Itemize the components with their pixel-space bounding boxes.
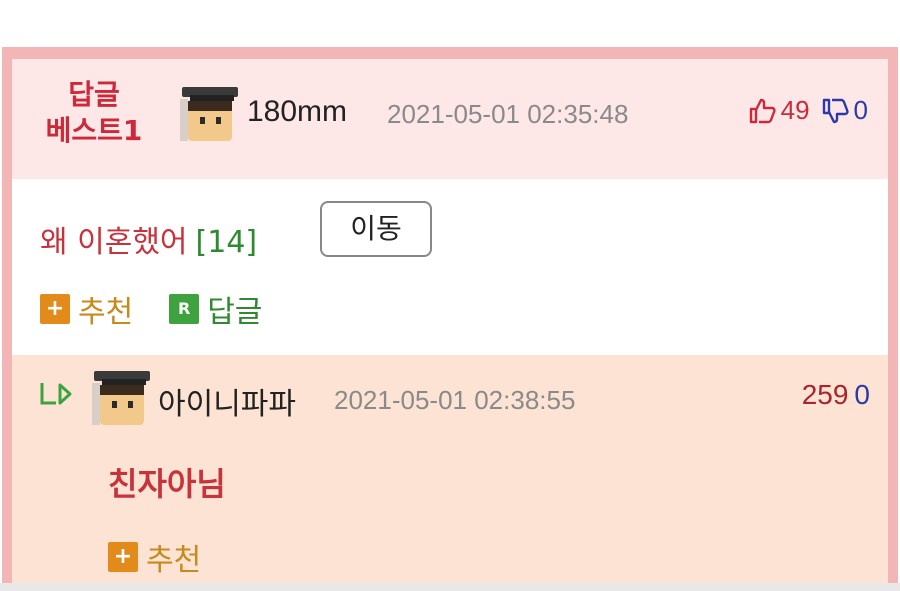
- timestamp: 2021-05-01 02:38:55: [334, 385, 576, 415]
- comment-frame: 답글 베스트1 180mm 2021-05-01 02:35:48 49 0 왜…: [2, 47, 898, 591]
- username[interactable]: 아이니파파: [158, 379, 296, 423]
- badge-line2: 베스트1: [45, 114, 143, 147]
- recommend-button[interactable]: + 추천: [108, 535, 201, 579]
- avatar[interactable]: [92, 371, 152, 429]
- reply-actions: + 추천: [108, 535, 237, 579]
- recommend-label: 추천: [78, 295, 134, 330]
- downvote-count[interactable]: 0: [854, 379, 870, 410]
- r-square-icon: R: [169, 294, 200, 324]
- thumbs-up-icon[interactable]: [747, 96, 777, 126]
- reply-actions: + 추천 R 답글: [40, 287, 298, 331]
- comment-list: 답글 베스트1 180mm 2021-05-01 02:35:48 49 0 왜…: [12, 59, 888, 591]
- divider: [0, 583, 900, 591]
- post-title-line[interactable]: 왜 이혼했어 [14]: [40, 217, 257, 261]
- comment-count: [14]: [195, 225, 258, 260]
- plus-square-icon: +: [40, 294, 70, 324]
- best-reply-body: 왜 이혼했어 [14] 이동 + 추천 R 답글: [12, 179, 888, 355]
- recommend-label: 추천: [146, 543, 202, 578]
- reply-text: 친자아님: [108, 465, 226, 503]
- post-title[interactable]: 왜 이혼했어: [40, 225, 188, 260]
- badge-line1: 답글: [68, 78, 120, 111]
- vote-counts: 49 0: [747, 95, 868, 126]
- timestamp: 2021-05-01 02:35:48: [387, 99, 629, 129]
- move-button[interactable]: 이동: [320, 201, 432, 257]
- vote-counts: 259 0: [802, 379, 870, 411]
- reply-arrow-icon: [40, 383, 72, 405]
- avatar[interactable]: [180, 87, 240, 145]
- recommend-button[interactable]: + 추천: [40, 287, 133, 331]
- reply-label: 답글: [207, 295, 263, 330]
- upvote-count[interactable]: 259: [802, 379, 849, 410]
- best-reply-header: 답글 베스트1 180mm 2021-05-01 02:35:48 49 0: [12, 59, 888, 179]
- nested-reply: 아이니파파 2021-05-01 02:38:55 259 0 친자아님 + 추천: [12, 355, 888, 591]
- plus-square-icon: +: [108, 542, 138, 572]
- upvote-count: 49: [780, 95, 810, 125]
- reply-button[interactable]: R 답글: [169, 287, 262, 331]
- username[interactable]: 180mm: [247, 95, 347, 129]
- thumbs-down-icon[interactable]: [820, 96, 850, 126]
- downvote-count: 0: [853, 95, 868, 125]
- best-reply-badge: 답글 베스트1: [34, 77, 154, 149]
